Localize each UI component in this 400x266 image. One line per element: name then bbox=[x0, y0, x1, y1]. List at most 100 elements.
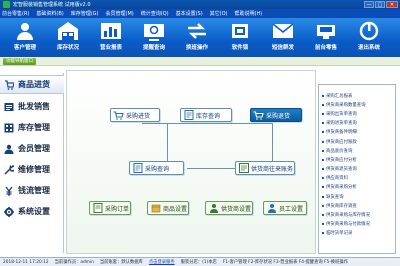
stock-status-button[interactable]: 库存状况 bbox=[47, 18, 89, 57]
menu-settings[interactable]: 基本设置(S) bbox=[176, 10, 203, 17]
sidebar-label: 系统设置 bbox=[18, 207, 50, 216]
report-link-label: 采购汇总报表 bbox=[326, 93, 353, 99]
title-bar: 宏智服装销售管理系统 试用版v2.0 — □ ✕ bbox=[0, 0, 400, 9]
report-link[interactable]: 供货商库存调查 bbox=[319, 201, 395, 210]
purchase-in-button[interactable]: 采购进货 bbox=[110, 108, 160, 122]
report-icon bbox=[100, 21, 122, 41]
cash-icon bbox=[4, 186, 14, 196]
report-button[interactable]: 营业报表 bbox=[90, 18, 132, 57]
connector bbox=[272, 121, 273, 161]
purchase-order-label: 采购订单 bbox=[105, 205, 130, 213]
report-link[interactable]: 采购进货单查询 bbox=[319, 119, 395, 128]
warehouse-icon bbox=[57, 21, 79, 41]
report-link-label: 供货商备件明细 bbox=[326, 130, 357, 136]
supplier-icon bbox=[208, 203, 219, 213]
report-link[interactable]: 供货商应付账款 bbox=[319, 137, 395, 146]
stock-status-label: 库存状况 bbox=[56, 45, 79, 51]
menu-basic-data[interactable]: 基础资料(B) bbox=[36, 10, 63, 17]
cart-icon bbox=[253, 110, 264, 120]
app-icon bbox=[3, 1, 10, 8]
connector bbox=[142, 123, 273, 124]
report-link-label: 供货商退货查询 bbox=[326, 167, 357, 173]
menu-help[interactable]: 帮助说明(H) bbox=[235, 10, 263, 17]
sidebar-item-settings[interactable]: 系统设置 bbox=[0, 202, 64, 221]
report-link[interactable]: 采购汇总报表 bbox=[319, 91, 395, 100]
member-icon bbox=[4, 144, 14, 154]
menu-other[interactable]: 其它(O) bbox=[210, 10, 228, 17]
status-branch: 服装分店：(1)本店 bbox=[180, 260, 217, 265]
report-link[interactable]: 供货商备件明细 bbox=[319, 128, 395, 137]
maximize-button[interactable]: □ bbox=[375, 1, 385, 8]
sms-label: 短信群发 bbox=[271, 45, 294, 51]
exit-button[interactable]: 退出系统 bbox=[348, 18, 390, 57]
customer-icon bbox=[14, 21, 36, 41]
sidebar-label: 库存管理 bbox=[18, 123, 50, 132]
document-icon bbox=[132, 163, 143, 173]
connector bbox=[187, 168, 237, 169]
status-datetime: 2018-12-11 17:20:12 bbox=[3, 259, 49, 265]
shift-icon bbox=[186, 21, 208, 41]
toolbar: 客户管理 库存状况 营业报表 提醒查询 换班操作 软件锁 短信群发 前台零售 退… bbox=[0, 18, 400, 57]
report-link[interactable]: 供货商采购与付款情况 bbox=[319, 220, 395, 229]
bullet-icon bbox=[322, 103, 324, 106]
report-link[interactable]: 供货商采购分析 bbox=[319, 183, 395, 192]
sidebar-item-stock[interactable]: 库存管理 bbox=[0, 118, 64, 137]
tab-function-navigation[interactable]: 功能导航窗口 bbox=[3, 58, 36, 65]
shift-button[interactable]: 换班操作 bbox=[176, 18, 218, 57]
menu-statistics[interactable]: 统计查询(Q) bbox=[141, 10, 169, 17]
report-link-label: 供货商应付账款 bbox=[326, 139, 357, 145]
report-link-label: 供货商采购与付款情况 bbox=[326, 222, 370, 228]
customer-button[interactable]: 客户管理 bbox=[4, 18, 46, 57]
supplier-settings-button[interactable]: 供货商设置 bbox=[205, 201, 253, 215]
report-link[interactable]: 缺货查询 bbox=[319, 192, 395, 201]
bullet-icon bbox=[322, 122, 324, 125]
supplier-account-button[interactable]: 供货商往来账务 bbox=[235, 161, 295, 175]
purchase-return-label: 采购退货 bbox=[266, 112, 291, 120]
retail-button[interactable]: 前台零售 bbox=[305, 18, 347, 57]
purchase-in-label: 采购进货 bbox=[126, 112, 151, 120]
bullet-icon bbox=[322, 204, 324, 207]
report-link[interactable]: 供货商采购数量查询 bbox=[319, 100, 395, 109]
bullet-icon bbox=[322, 158, 324, 161]
purchase-return-button[interactable]: 采购退货 bbox=[250, 108, 302, 122]
sidebar-item-cash[interactable]: 钱流管理 bbox=[0, 181, 64, 200]
purchase-query-label: 采购查询 bbox=[145, 165, 170, 173]
lock-icon bbox=[229, 21, 251, 41]
reminder-button[interactable]: 提醒查询 bbox=[133, 18, 175, 57]
lock-button[interactable]: 软件锁 bbox=[219, 18, 261, 57]
report-link[interactable]: 供货商退货查询 bbox=[319, 165, 395, 174]
goods-settings-button[interactable]: 商品设置 bbox=[147, 201, 189, 215]
close-button[interactable]: ✕ bbox=[386, 1, 398, 8]
sidebar-item-member[interactable]: 会员管理 bbox=[0, 139, 64, 158]
stock-query-button[interactable]: 库存查询 bbox=[180, 108, 232, 122]
report-link-label: 供货商采购数量查询 bbox=[326, 102, 366, 108]
staff-settings-button[interactable]: 员工设置 bbox=[263, 201, 307, 215]
report-link[interactable]: 供应商资料 bbox=[319, 174, 395, 183]
sidebar-item-goods-purchase[interactable]: 商品进货 bbox=[0, 75, 64, 94]
report-link[interactable]: 供货商采购与库存情况 bbox=[319, 210, 395, 219]
goods-icon bbox=[4, 79, 14, 90]
status-shortcuts: F1-客户管理 F2-库存状况 F3-营业报表 F4-提醒查询 F5-换班操作 bbox=[222, 260, 348, 265]
status-login-link[interactable]: 点击登录服务 bbox=[149, 259, 175, 265]
sms-button[interactable]: 短信群发 bbox=[262, 18, 304, 57]
bullet-icon bbox=[322, 149, 324, 152]
sidebar-label: 商品进货 bbox=[18, 80, 50, 89]
report-link[interactable]: 采购出货单查询 bbox=[319, 109, 395, 118]
menu-bar: 前台零售(R) 基础资料(B) 库存管理(G) 会员管理(M) 统计查询(Q) … bbox=[0, 9, 400, 18]
menu-retail[interactable]: 前台零售(R) bbox=[2, 10, 29, 17]
menu-stock[interactable]: 库存管理(G) bbox=[71, 10, 99, 17]
minimize-button[interactable]: — bbox=[364, 1, 374, 8]
sidebar-item-wholesale[interactable]: 批发销售 bbox=[0, 97, 64, 116]
supplier-account-label: 供货商往来账务 bbox=[251, 165, 294, 173]
purchase-query-button[interactable]: 采购查询 bbox=[129, 161, 184, 175]
purchase-order-button[interactable]: 采购订单 bbox=[89, 201, 131, 215]
report-link[interactable]: 临时货单记录 bbox=[319, 229, 395, 238]
sidebar-label: 批发销售 bbox=[18, 102, 50, 111]
report-link[interactable]: 供货商应付分析 bbox=[319, 155, 395, 164]
sidebar-item-repair[interactable]: 维修管理 bbox=[0, 160, 64, 179]
sidebar: 商品进货 批发销售 库存管理 会员管理 维修管理 钱流管理 系统设置 bbox=[0, 73, 64, 253]
box-icon bbox=[150, 203, 161, 213]
report-link[interactable]: 商品底价查询 bbox=[319, 146, 395, 155]
reminder-label: 提醒查询 bbox=[142, 45, 165, 51]
menu-member[interactable]: 会员管理(M) bbox=[106, 10, 134, 17]
